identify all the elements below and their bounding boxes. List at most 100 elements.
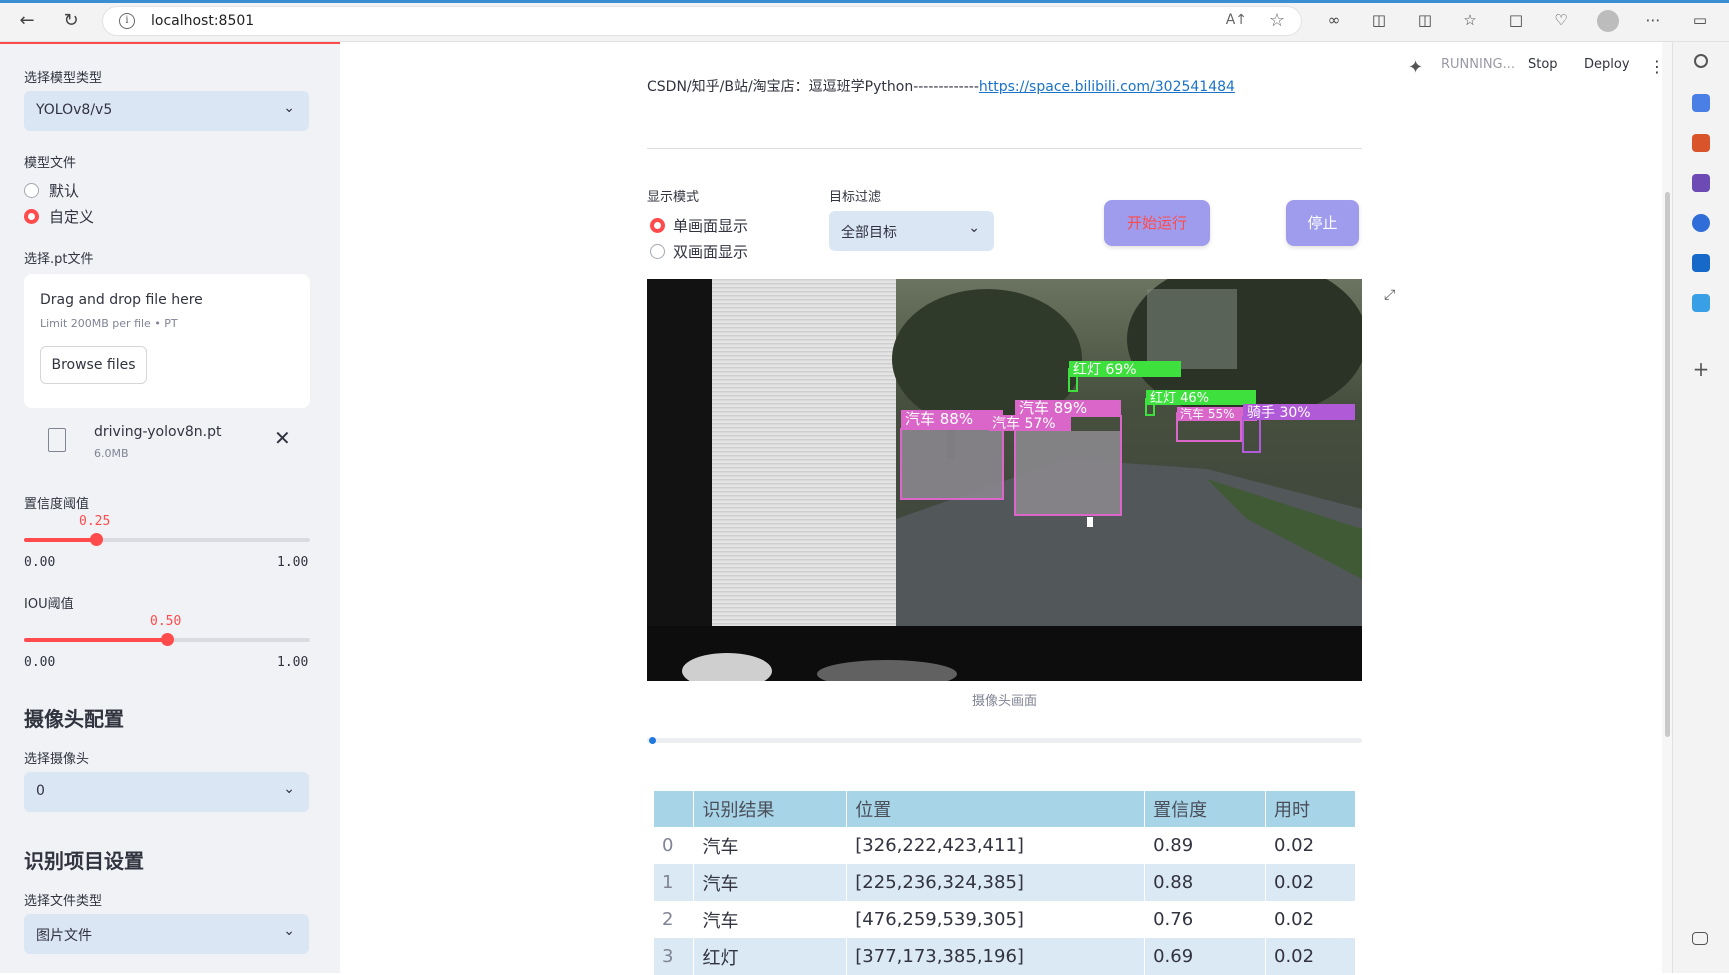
slider-handle[interactable] [161, 633, 174, 646]
scrollbar-thumb[interactable] [1665, 192, 1670, 737]
sidebar-top-accent [0, 42, 340, 44]
progress-bar [647, 737, 1362, 744]
header-text-partial: CSDN/知乎/B站/淘宝店：逗逗班学Python-------------ht… [647, 72, 1267, 94]
radio-selected-icon [24, 209, 39, 224]
slider-fill [24, 638, 167, 642]
address-bar[interactable]: i localhost:8501 A↑ ☆ [102, 6, 1302, 36]
fullscreen-icon[interactable]: ⤢ [1384, 287, 1395, 303]
detection-label: 汽车 88% [905, 410, 973, 428]
iou-slider[interactable] [24, 633, 310, 646]
results-table: 识别结果 位置 置信度 用时 0 汽车 [326,222,423,411] 0.… [654, 791, 1356, 975]
stop-app-button[interactable]: Stop [1528, 57, 1558, 72]
file-type-value: 图片文件 [36, 928, 92, 944]
model-type-value: YOLOv8/v5 [36, 102, 113, 118]
result-position: [476,259,539,305] [846, 901, 1146, 938]
row-index: 0 [654, 827, 695, 864]
back-icon[interactable]: ← [14, 8, 40, 34]
screen-capture-icon[interactable] [1692, 932, 1708, 945]
dropzone-limit: Limit 200MB per file • PT [40, 317, 178, 330]
page-scrollbar[interactable] [1662, 42, 1672, 973]
camera-view: 汽车 88% 汽车 89% 汽车 57% 红灯 69% 红灯 46% 汽车 55… [647, 279, 1362, 681]
uploaded-file: driving-yolov8n.pt 6.0MB ✕ [24, 420, 310, 466]
camera-caption: 摄像头画面 [971, 694, 1037, 709]
radio-label: 双画面显示 [673, 243, 749, 261]
confidence-min: 0.00 [24, 555, 56, 570]
split-screen-icon[interactable]: ◫ [1415, 10, 1435, 30]
sidebar-toggle-icon[interactable]: ▭ [1690, 10, 1710, 30]
model-file-radio-custom[interactable]: 自定义 [24, 206, 94, 227]
camera-select[interactable]: 0 ⌄ [24, 772, 309, 812]
remove-file-icon[interactable]: ✕ [274, 426, 291, 450]
result-confidence: 0.69 [1144, 938, 1266, 975]
result-class: 汽车 [693, 901, 848, 938]
model-file-radio-default[interactable]: 默认 [24, 180, 79, 201]
search-icon[interactable] [1694, 54, 1708, 68]
result-position: [326,222,423,411] [846, 827, 1146, 864]
result-class: 汽车 [693, 864, 848, 901]
browser-sidebar: + [1672, 42, 1729, 973]
table-header-row: 识别结果 位置 置信度 用时 [654, 791, 1356, 827]
result-time: 0.02 [1265, 901, 1356, 938]
progress-indicator [649, 737, 656, 744]
file-dropzone[interactable]: Drag and drop file here Limit 200MB per … [24, 274, 310, 408]
send-icon[interactable] [1692, 294, 1710, 312]
detection-label: 汽车 57% [992, 415, 1056, 432]
result-confidence: 0.88 [1144, 864, 1266, 901]
result-class: 红灯 [693, 938, 848, 975]
profile-avatar[interactable] [1597, 10, 1619, 32]
extensions-icon[interactable]: ◫ [1369, 10, 1389, 30]
app-menu-icon[interactable]: ⋮ [1649, 57, 1665, 76]
target-filter-select[interactable]: 全部目标 ⌄ [829, 211, 994, 251]
read-aloud-icon[interactable]: A↑ [1226, 12, 1247, 28]
refresh-icon[interactable]: ↻ [58, 8, 84, 34]
radio-circle-icon [650, 244, 665, 259]
games-icon[interactable] [1692, 174, 1710, 192]
favorites-icon[interactable]: ☆ [1460, 10, 1480, 30]
deploy-button[interactable]: Deploy [1584, 57, 1630, 72]
bilibili-link[interactable]: https://space.bilibili.com/302541484 [979, 79, 1235, 94]
file-size: 6.0MB [94, 447, 129, 460]
confidence-label: 置信度阈值 [24, 497, 90, 512]
running-status: RUNNING... [1441, 57, 1516, 72]
tools-icon[interactable] [1692, 134, 1710, 152]
recognition-settings-header: 识别项目设置 [24, 849, 144, 873]
row-index: 1 [654, 864, 695, 901]
add-icon[interactable]: + [1692, 359, 1710, 379]
iou-label: IOU阈值 [24, 597, 74, 612]
file-type-select[interactable]: 图片文件 ⌄ [24, 914, 309, 954]
camera-select-label: 选择摄像头 [24, 752, 90, 767]
browser-essentials-icon[interactable]: ♡ [1551, 10, 1571, 30]
file-icon [48, 428, 66, 452]
detection-label: 骑手 30% [1247, 405, 1311, 421]
confidence-slider[interactable] [24, 533, 310, 546]
browse-files-button[interactable]: Browse files [40, 346, 147, 384]
target-filter-value: 全部目标 [841, 225, 897, 241]
table-row: 2 汽车 [476,259,539,305] 0.76 0.02 [654, 901, 1356, 938]
start-button[interactable]: 开始运行 [1104, 200, 1210, 246]
site-info-icon[interactable]: i [119, 13, 135, 29]
collections-icon[interactable]: □ [1506, 10, 1526, 30]
column-header: 置信度 [1144, 791, 1266, 827]
outlook-icon[interactable] [1692, 254, 1710, 272]
stop-button[interactable]: 停止 [1286, 200, 1359, 246]
model-type-select[interactable]: YOLOv8/v5 ⌄ [24, 91, 309, 131]
copilot-icon[interactable] [1692, 214, 1710, 232]
display-mode-label: 显示模式 [647, 190, 700, 205]
display-mode-single[interactable]: 单画面显示 [650, 215, 748, 236]
result-class: 汽车 [693, 827, 848, 864]
favorite-star-icon[interactable]: ☆ [1269, 10, 1285, 31]
detection-label: 红灯 69% [1073, 362, 1137, 378]
app-sidebar: 选择模型类型 YOLOv8/v5 ⌄ 模型文件 默认 自定义 选择.pt文件 D… [0, 42, 340, 973]
confidence-max: 1.00 [277, 555, 309, 570]
infinity-icon[interactable]: ∞ [1324, 10, 1344, 30]
slider-handle[interactable] [89, 533, 103, 546]
chevron-down-icon: ⌄ [968, 220, 980, 236]
shopping-tag-icon[interactable] [1692, 94, 1710, 112]
result-confidence: 0.76 [1144, 901, 1266, 938]
column-header: 识别结果 [693, 791, 848, 827]
more-menu-icon[interactable]: ⋯ [1643, 10, 1663, 30]
row-index: 3 [654, 938, 695, 975]
detection-label: 汽车 89% [1019, 399, 1087, 417]
running-icon: ✦ [1408, 57, 1424, 78]
display-mode-dual[interactable]: 双画面显示 [650, 241, 748, 262]
